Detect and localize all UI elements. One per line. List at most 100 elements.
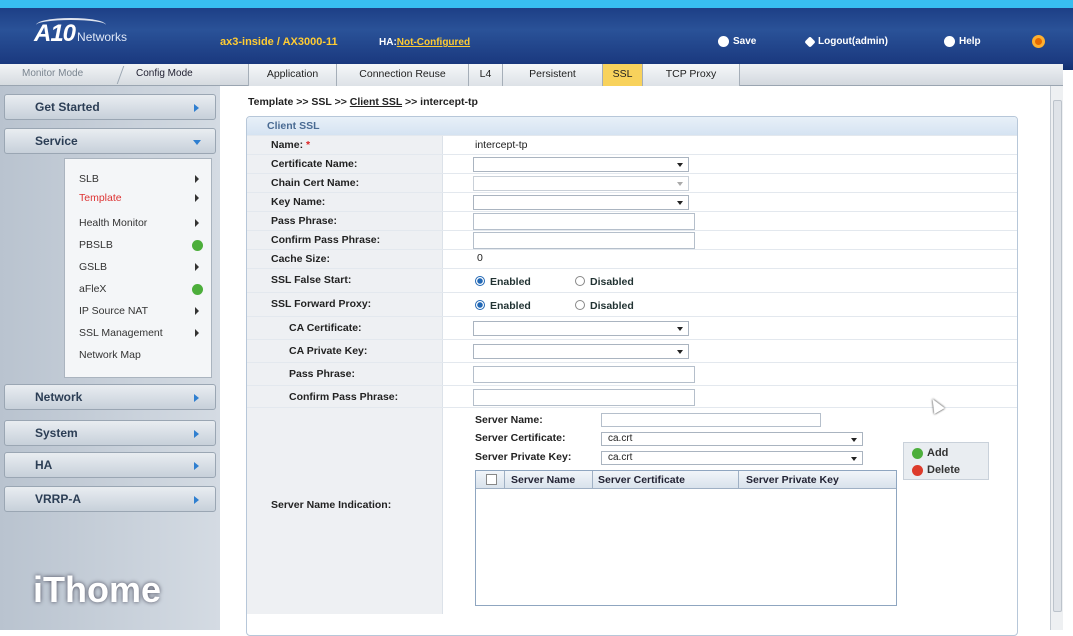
delete-label: Delete [927,464,961,476]
breadcrumb-prefix: Template >> SSL >> [248,96,350,108]
column-header-server-private-key[interactable]: Server Private Key [746,474,839,486]
column-header-server-certificate[interactable]: Server Certificate [598,474,685,486]
chevron-right-icon [195,263,199,271]
column-divider [738,471,739,489]
tab-l4[interactable]: L4 [468,64,502,86]
sidebar-item-health-monitor[interactable]: Health Monitor [79,217,147,229]
ssl-forward-proxy-disabled-radio[interactable] [575,300,585,310]
sni-table: Server Name Server Certificate Server Pr… [475,470,897,606]
server-name-input[interactable] [601,413,821,427]
delete-button[interactable]: Delete [912,464,960,476]
ca-certificate-label: CA Certificate: [247,317,443,340]
proxy-confirm-pass-phrase-input[interactable] [473,389,695,406]
dropdown-arrow-icon [677,182,683,186]
ha-value-link[interactable]: Not-Configured [397,37,470,48]
confirm-pass-phrase-label: Confirm Pass Phrase: [247,231,443,250]
tab-connection-reuse[interactable]: Connection Reuse [336,64,468,86]
sidebar-item-slb[interactable]: SLB [79,173,99,185]
logo-sub-text: Networks [77,30,128,44]
sidebar-item-ip-source-nat[interactable]: IP Source NAT [79,305,148,317]
dropdown-arrow-icon [851,457,857,461]
sidebar: Get Started Service SLB Template Health … [0,86,220,630]
column-header-server-name[interactable]: Server Name [511,474,575,486]
vertical-scrollbar[interactable] [1050,86,1063,630]
server-private-key-select[interactable]: ca.crt [601,451,863,465]
ca-private-key-select[interactable] [473,344,689,359]
add-button[interactable]: Add [912,447,948,459]
certificate-name-label: Certificate Name: [247,155,443,174]
proxy-pass-phrase-label: Pass Phrase: [247,363,443,386]
logout-icon [804,35,816,48]
server-certificate-value: ca.crt [608,433,633,444]
ha-status: HA:Not-Configured [379,37,470,48]
server-private-key-label: Server Private Key: [475,451,572,463]
server-certificate-label: Server Certificate: [475,432,566,444]
ssl-false-start-disabled-radio[interactable] [575,276,585,286]
sidebar-group-label: VRRP-A [35,492,82,506]
chain-cert-name-row: Chain Cert Name: [247,173,1017,193]
proxy-pass-phrase-input[interactable] [473,366,695,383]
a10-logo: A10 Networks [34,20,127,48]
logout-label: Logout(admin) [818,36,888,47]
dropdown-arrow-icon [677,201,683,205]
key-name-label: Key Name: [247,193,443,212]
sidebar-group-service[interactable]: Service [4,128,216,154]
scrollbar-thumb[interactable] [1053,100,1062,612]
save-icon [718,36,729,47]
sidebar-group-ha[interactable]: HA [4,452,216,478]
tab-ssl[interactable]: SSL [602,64,642,86]
cache-size-row: Cache Size: 0 [247,249,1017,269]
ssl-false-start-enabled-radio[interactable] [475,276,485,286]
column-divider [504,471,505,489]
chevron-right-icon [194,462,199,470]
breadcrumb-client-ssl-link[interactable]: Client SSL [350,96,402,108]
proxy-confirm-pass-phrase-label: Confirm Pass Phrase: [247,386,443,408]
cache-size-input[interactable]: 0 [473,251,695,268]
sidebar-group-network[interactable]: Network [4,384,216,410]
breadcrumb-suffix: >> intercept-tp [402,96,478,108]
sidebar-item-gslb[interactable]: GSLB [79,261,107,273]
sidebar-group-get-started[interactable]: Get Started [4,94,216,120]
chevron-right-icon [195,194,199,202]
sidebar-item-pbslb[interactable]: PBSLB [79,239,113,251]
ca-certificate-row: CA Certificate: [247,316,1017,340]
logout-button[interactable]: Logout(admin) [804,35,888,48]
sidebar-item-ssl-management[interactable]: SSL Management [79,327,163,339]
proxy-confirm-pass-phrase-row: Confirm Pass Phrase: [247,385,1017,408]
server-certificate-select[interactable]: ca.crt [601,432,863,446]
chevron-right-icon [195,329,199,337]
help-button[interactable]: Help [944,36,981,47]
tab-tcp-proxy[interactable]: TCP Proxy [642,64,740,86]
mode-separator [116,66,125,84]
certificate-name-select[interactable] [473,157,689,172]
add-circle-icon[interactable] [192,284,203,295]
dropdown-arrow-icon [677,350,683,354]
chevron-right-icon [195,219,199,227]
tab-application[interactable]: Application [248,64,336,86]
power-icon[interactable] [1032,35,1045,48]
pass-phrase-input[interactable] [473,213,695,230]
sidebar-item-network-map[interactable]: Network Map [79,349,141,361]
select-all-checkbox[interactable] [486,474,497,485]
top-header-bar: A10 Networks ax3-inside / AX3000-11 HA:N… [0,0,1073,70]
sidebar-group-label: Service [35,134,78,148]
config-mode-tab[interactable]: Config Mode [136,68,193,79]
sidebar-item-aflex[interactable]: aFleX [79,283,106,295]
sidebar-group-vrrp-a[interactable]: VRRP-A [4,486,216,512]
chain-cert-name-select[interactable] [473,176,689,191]
breadcrumb: Template >> SSL >> Client SSL >> interce… [248,96,478,108]
add-circle-icon[interactable] [192,240,203,251]
key-name-row: Key Name: [247,192,1017,212]
ssl-forward-proxy-enabled-radio[interactable] [475,300,485,310]
pass-phrase-row: Pass Phrase: [247,211,1017,231]
save-button[interactable]: Save [718,36,756,47]
key-name-select[interactable] [473,195,689,210]
tab-persistent[interactable]: Persistent [502,64,602,86]
monitor-mode-tab[interactable]: Monitor Mode [22,68,83,79]
chain-cert-name-label: Chain Cert Name: [247,174,443,193]
confirm-pass-phrase-input[interactable] [473,232,695,249]
sidebar-item-template[interactable]: Template [79,192,122,204]
ssl-forward-proxy-label: SSL Forward Proxy: [247,293,443,317]
ca-certificate-select[interactable] [473,321,689,336]
sidebar-group-system[interactable]: System [4,420,216,446]
